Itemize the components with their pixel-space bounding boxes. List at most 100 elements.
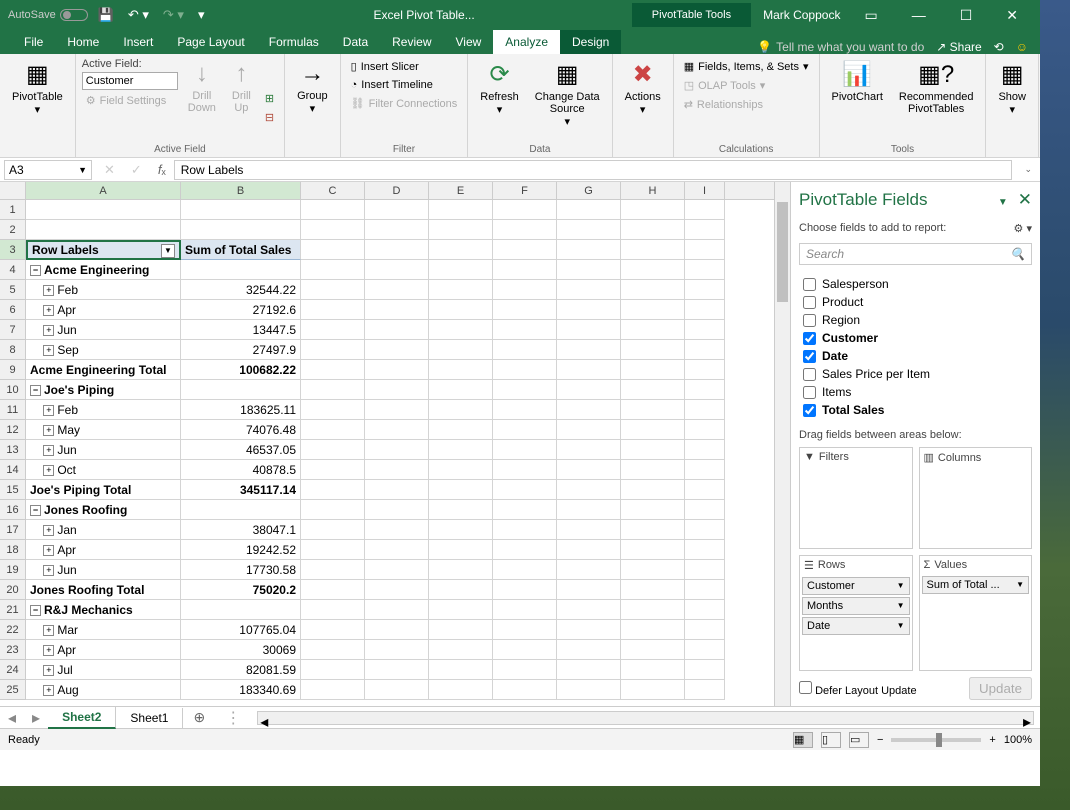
row-header[interactable]: 21 [0,600,26,620]
cell[interactable] [557,400,621,420]
drill-down-button[interactable]: ↓Drill Down [182,58,222,157]
cell[interactable] [365,520,429,540]
cell[interactable] [493,660,557,680]
cell[interactable] [557,260,621,280]
column-header[interactable]: A [26,182,181,199]
cell[interactable] [365,640,429,660]
cell[interactable] [493,300,557,320]
cell[interactable] [365,420,429,440]
cell[interactable] [301,220,365,240]
sheet-tab-sheet2[interactable]: Sheet2 [48,707,116,729]
cell[interactable] [365,480,429,500]
cell[interactable]: +Jul [26,660,181,680]
cell[interactable] [557,220,621,240]
cell[interactable] [685,200,725,220]
cell[interactable] [557,500,621,520]
cell[interactable] [557,480,621,500]
cell[interactable] [365,620,429,640]
column-header[interactable]: B [181,182,301,199]
cell[interactable] [365,500,429,520]
cell[interactable] [429,520,493,540]
cell[interactable] [621,440,685,460]
field-item[interactable]: Product [803,293,1028,311]
zoom-in-button[interactable]: + [989,734,995,746]
cell[interactable] [621,420,685,440]
cell[interactable] [621,680,685,700]
row-header[interactable]: 6 [0,300,26,320]
expand-icon[interactable]: + [43,305,54,316]
column-header[interactable]: H [621,182,685,199]
cell[interactable] [621,240,685,260]
cell[interactable]: −Joe's Piping [26,380,181,400]
cell[interactable] [493,500,557,520]
cell[interactable] [301,480,365,500]
cell[interactable] [301,440,365,460]
normal-view-icon[interactable]: ▦ [793,732,813,748]
spreadsheet-grid[interactable]: ABCDEFGHI 123Row Labels▼Sum of Total Sal… [0,182,774,706]
cell[interactable] [365,400,429,420]
page-layout-view-icon[interactable]: ▯ [821,732,841,748]
cell[interactable]: 38047.1 [181,520,301,540]
cell[interactable] [365,320,429,340]
cell[interactable] [557,440,621,460]
cell[interactable] [365,240,429,260]
cell[interactable]: 27192.6 [181,300,301,320]
cell[interactable] [301,520,365,540]
cell[interactable] [301,300,365,320]
cell[interactable]: −R&J Mechanics [26,600,181,620]
fields-search-input[interactable]: Search 🔍 [799,243,1032,265]
undo-icon[interactable]: ↶ ▾ [124,5,153,25]
cell[interactable] [621,540,685,560]
cell[interactable]: 183340.69 [181,680,301,700]
cell[interactable] [301,600,365,620]
row-header[interactable]: 4 [0,260,26,280]
cell[interactable]: Row Labels▼ [26,240,181,260]
expand-icon[interactable]: + [43,345,54,356]
cell[interactable] [557,520,621,540]
cell[interactable] [365,220,429,240]
cell[interactable] [429,260,493,280]
cell[interactable]: 19242.52 [181,540,301,560]
column-header[interactable]: I [685,182,725,199]
row-header[interactable]: 18 [0,540,26,560]
page-break-view-icon[interactable]: ▭ [849,732,869,748]
cell[interactable] [429,560,493,580]
field-item[interactable]: Total Sales [803,401,1028,419]
cell[interactable] [301,460,365,480]
collapse-icon[interactable]: − [30,265,41,276]
cell[interactable] [557,200,621,220]
maximize-button[interactable]: ☐ [950,3,983,28]
zoom-level[interactable]: 100% [1004,734,1032,746]
expand-icon[interactable]: + [43,565,54,576]
user-name[interactable]: Mark Coppock [763,8,840,22]
rows-area[interactable]: ☰Rows Customer▼Months▼Date▼ [799,555,913,672]
cell[interactable]: 107765.04 [181,620,301,640]
cell[interactable] [493,520,557,540]
cell[interactable] [685,660,725,680]
cell[interactable]: +Jun [26,560,181,580]
cell[interactable] [365,600,429,620]
cell[interactable] [621,480,685,500]
cell[interactable] [301,240,365,260]
fields-pane-dropdown-icon[interactable]: ▼ [998,197,1008,208]
cell[interactable] [301,200,365,220]
cell[interactable] [493,580,557,600]
cell[interactable] [493,620,557,640]
cell[interactable] [685,440,725,460]
tab-formulas[interactable]: Formulas [257,30,331,54]
cell[interactable] [301,540,365,560]
cell[interactable] [301,620,365,640]
select-all-corner[interactable] [0,182,26,199]
smiley-icon[interactable]: ☺ [1016,40,1028,54]
insert-timeline-button[interactable]: ◔ Insert Timeline [347,77,462,93]
cell[interactable] [685,360,725,380]
expand-formula-bar-icon[interactable]: ⌄ [1016,164,1040,175]
group-button[interactable]: →Group▾ [291,58,334,117]
cell[interactable] [365,280,429,300]
cell[interactable] [301,660,365,680]
area-item[interactable]: Sum of Total ...▼ [922,576,1030,594]
cell[interactable] [429,300,493,320]
cell[interactable] [301,360,365,380]
expand-icon[interactable]: + [43,665,54,676]
cell[interactable] [365,360,429,380]
